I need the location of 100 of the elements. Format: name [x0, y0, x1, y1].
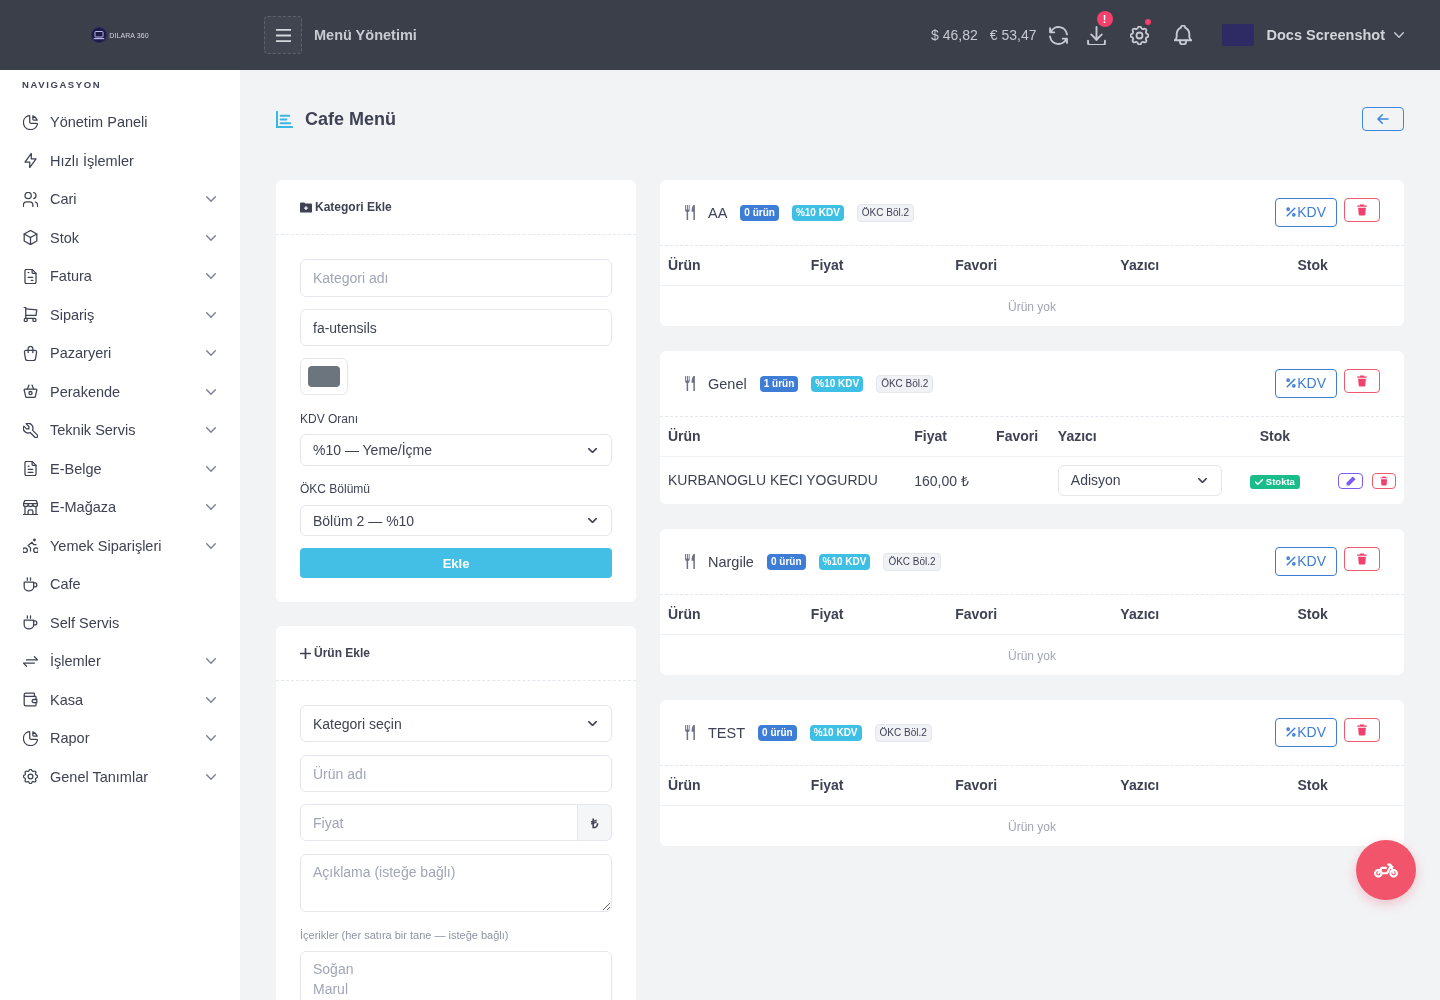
- delete-button[interactable]: [1344, 717, 1380, 742]
- category-name: TEST: [708, 724, 746, 741]
- exchange-rate: $ 46,82: [931, 27, 978, 43]
- column-header: Fiyat: [906, 417, 989, 456]
- bell-icon[interactable]: [1173, 25, 1192, 45]
- column-header: Fiyat: [802, 766, 948, 805]
- basket-icon: [23, 384, 38, 400]
- column-header: Yazıcı: [1049, 417, 1230, 456]
- color-picker[interactable]: [300, 358, 348, 395]
- input-field[interactable]: Ürün adı: [300, 755, 612, 792]
- column-header: Fiyat: [802, 595, 948, 634]
- nav-item[interactable]: Rapor: [0, 719, 240, 758]
- chevron-down-icon: [1197, 477, 1207, 483]
- column-header: Yazıcı: [1112, 595, 1290, 634]
- nav-item[interactable]: Yemek Siparişleri: [0, 526, 240, 565]
- column-header: Stok: [1289, 595, 1404, 634]
- arrows-icon: [23, 653, 38, 669]
- nav-item[interactable]: E-Mağaza: [0, 488, 240, 527]
- empty-message: Ürün yok: [1008, 299, 1056, 314]
- nav-item[interactable]: Cafe: [0, 565, 240, 604]
- delete-button[interactable]: [1344, 546, 1380, 571]
- page-title: Menü Yönetimi: [314, 27, 417, 43]
- input-field[interactable]: fa-utensils: [300, 309, 612, 346]
- column-header: Favori: [988, 417, 1050, 456]
- exchange-rate: € 53,47: [989, 27, 1037, 43]
- text-area[interactable]: Açıklama (isteğe bağlı): [300, 854, 612, 912]
- notification-badge: !: [1096, 10, 1113, 27]
- store-icon: [23, 499, 38, 515]
- column-header: Favori: [947, 766, 1113, 805]
- nav-item[interactable]: Kasa: [0, 680, 240, 719]
- text-area[interactable]: Soğan Marul: [300, 951, 612, 1000]
- nav-item[interactable]: Pazaryeri: [0, 334, 240, 373]
- nav-item[interactable]: Stok: [0, 218, 240, 257]
- table-cell: 160,00 ₺: [906, 456, 989, 504]
- wallet-icon: [23, 692, 38, 708]
- printer-select[interactable]: Adisyon: [1057, 464, 1222, 496]
- trash-icon: [1357, 374, 1367, 387]
- select-field[interactable]: Bölüm 2 — %10: [300, 505, 612, 536]
- chevron-down-icon: [588, 447, 597, 453]
- edit-button[interactable]: [1338, 472, 1363, 489]
- nav-item[interactable]: Hızlı İşlemler: [0, 141, 240, 180]
- category-name: Genel: [708, 375, 747, 392]
- nav-item[interactable]: Yönetim Paneli: [0, 103, 240, 142]
- utensils-icon: [684, 205, 696, 220]
- empty-message: Ürün yok: [1008, 648, 1056, 663]
- logo-icon: [91, 27, 108, 43]
- section-badge: ÖKC Böl.2: [883, 552, 941, 571]
- nav-heading: NAVIGASYON: [21, 78, 103, 91]
- vat-button[interactable]: KDV: [1275, 546, 1337, 576]
- chevron-down-icon[interactable]: [1394, 32, 1404, 38]
- nav-item[interactable]: Cari: [0, 180, 240, 219]
- nav-item[interactable]: Fatura: [0, 257, 240, 296]
- section-badge: ÖKC Böl.2: [876, 374, 934, 393]
- table-cell: KURBANOGLU KECI YOGURDU: [660, 456, 907, 504]
- file-icon: [23, 268, 38, 284]
- nav-item[interactable]: E-Belge: [0, 449, 240, 488]
- percent-icon: [1286, 727, 1297, 737]
- cube-icon: [23, 230, 38, 246]
- menu-button[interactable]: [264, 16, 302, 54]
- column-header: Stok: [1289, 766, 1404, 805]
- column-header: Ürün: [660, 417, 907, 456]
- nav-item[interactable]: Perakende: [0, 372, 240, 411]
- refresh-icon[interactable]: [1048, 25, 1068, 45]
- wrench-icon: [23, 422, 38, 438]
- select-field[interactable]: Kategori seçin: [300, 705, 612, 742]
- file-text-icon: [23, 461, 38, 477]
- delete-button[interactable]: [1344, 368, 1380, 393]
- category-name: AA: [708, 204, 728, 221]
- folder-plus-icon: [300, 201, 312, 213]
- back-button[interactable]: [1362, 107, 1404, 131]
- column-header: Ürün: [660, 595, 803, 634]
- percent-icon: [1286, 378, 1297, 388]
- utensils-icon: [684, 376, 696, 391]
- arrow-left-icon: [1377, 114, 1389, 124]
- download-icon[interactable]: [1086, 25, 1106, 45]
- chart-pie-icon: [23, 114, 38, 130]
- settings-icon[interactable]: [1129, 25, 1149, 45]
- menu-icon: [275, 28, 291, 42]
- user-name[interactable]: Docs Screenshot: [1266, 27, 1385, 43]
- column-header: Favori: [947, 595, 1113, 634]
- vat-button[interactable]: KDV: [1275, 717, 1337, 747]
- empty-message: Ürün yok: [1008, 819, 1056, 834]
- delivery-button[interactable]: [1356, 840, 1416, 900]
- product-count-badge: 0 ürün: [740, 204, 779, 221]
- nav-item[interactable]: Sipariş: [0, 295, 240, 334]
- nav-item[interactable]: İşlemler: [0, 642, 240, 681]
- card-title: Ürün Ekle: [314, 646, 370, 660]
- nav-item[interactable]: Teknik Servis: [0, 411, 240, 450]
- vat-button[interactable]: KDV: [1275, 368, 1337, 398]
- price-field[interactable]: Fiyat: [300, 804, 578, 841]
- vat-button[interactable]: KDV: [1275, 197, 1337, 227]
- product-count-badge: 0 ürün: [758, 724, 797, 741]
- delete-button[interactable]: [1372, 472, 1396, 489]
- delete-button[interactable]: [1344, 197, 1380, 222]
- stock-badge: Stokta: [1249, 474, 1300, 489]
- select-field[interactable]: %10 — Yeme/İçme: [300, 434, 612, 466]
- nav-item[interactable]: Genel Tanımlar: [0, 757, 240, 796]
- cart-icon: [23, 307, 38, 323]
- input-field[interactable]: Kategori adı: [300, 259, 612, 297]
- nav-item[interactable]: Self Servis: [0, 603, 240, 642]
